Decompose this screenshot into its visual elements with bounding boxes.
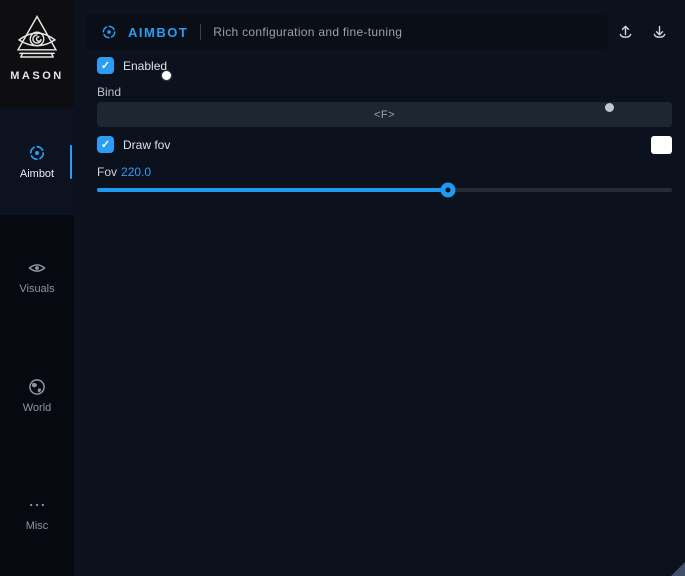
app-window: MASON Aimbot Visuals World [0,0,685,576]
sidebar-item-label: Misc [26,520,49,532]
draw-fov-checkbox[interactable] [97,136,114,153]
globe-icon [27,377,47,397]
page-header: AIMBOT Rich configuration and fine-tunin… [86,14,608,50]
enabled-checkbox[interactable] [97,57,114,74]
import-config-button[interactable] [646,19,672,45]
dot-indicator [605,103,614,112]
sidebar: MASON Aimbot Visuals World [0,0,74,576]
ellipsis-icon [27,495,47,515]
brand-name: MASON [10,70,63,82]
main-panel: AIMBOT Rich configuration and fine-tunin… [74,0,685,576]
crosshair-icon [100,23,118,41]
bind-label: Bind [97,85,121,99]
bind-key-value: <F> [374,109,395,121]
fov-label-text: Fov [97,165,117,179]
draw-fov-label: Draw fov [123,138,170,152]
mouse-cursor-dot [162,71,171,80]
download-icon [650,23,669,42]
fov-value: 220.0 [121,165,151,179]
active-tab-indicator [70,145,72,179]
window-corner-notch [671,562,685,576]
crosshair-icon [27,143,47,163]
mason-eye-pyramid-logo [10,12,64,66]
page-subtitle: Rich configuration and fine-tuning [213,25,402,39]
fov-slider[interactable] [97,182,672,198]
sidebar-item-world[interactable]: World [0,377,74,414]
eye-icon [27,258,47,278]
brand-logo-block: MASON [0,0,74,108]
fov-label: Fov 220.0 [97,165,151,179]
sidebar-item-visuals[interactable]: Visuals [0,258,74,295]
draw-fov-row: Draw fov [97,136,170,153]
fov-slider-fill [97,188,448,192]
sidebar-item-misc[interactable]: Misc [0,495,74,532]
enabled-label: Enabled [123,59,167,73]
fov-color-swatch[interactable] [651,136,672,154]
sidebar-item-label: World [23,402,52,414]
fov-slider-handle[interactable] [440,183,455,198]
export-config-button[interactable] [612,19,638,45]
sidebar-item-label: Visuals [19,283,54,295]
bind-key-input[interactable]: <F> [97,102,672,127]
sidebar-item-aimbot[interactable]: Aimbot [0,108,74,215]
page-title: AIMBOT [128,25,188,40]
header-divider [200,24,201,40]
sidebar-item-label: Aimbot [20,168,54,180]
upload-icon [616,23,635,42]
enabled-row: Enabled [97,57,167,74]
